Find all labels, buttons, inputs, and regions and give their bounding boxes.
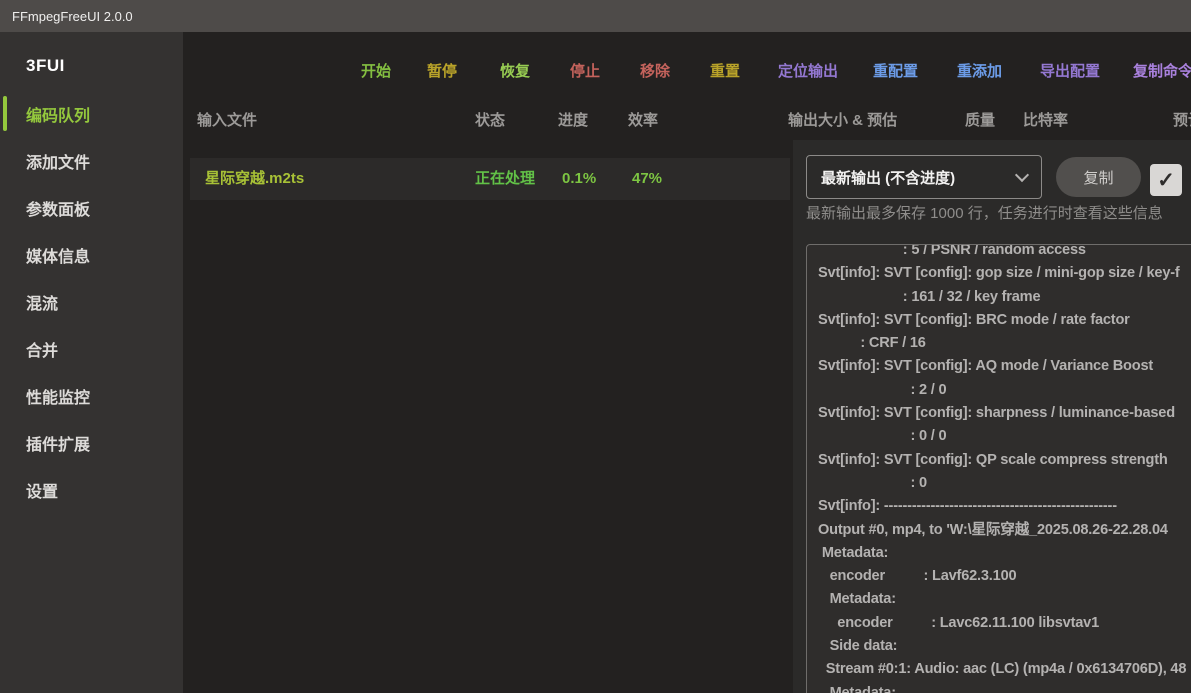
re-add-button[interactable]: 重添加 bbox=[957, 62, 1002, 82]
window-titlebar: FFmpegFreeUI 2.0.0 bbox=[0, 0, 1191, 32]
stop-button[interactable]: 停止 bbox=[570, 62, 600, 82]
sidebar-item-parameter-panel[interactable]: 参数面板 bbox=[0, 184, 183, 231]
sidebar-item-label: 媒体信息 bbox=[26, 243, 90, 267]
sidebar-item-label: 插件扩展 bbox=[26, 431, 90, 455]
log-line: : 5 / PSNR / random access bbox=[818, 244, 1191, 262]
log-lines: : 5 / PSNR / random access Svt[info]: SV… bbox=[818, 244, 1191, 693]
copy-log-button[interactable]: 复制 bbox=[1056, 157, 1141, 197]
column-header-output-size: 输出大小 & 预估 bbox=[788, 112, 897, 130]
app-logo: 3FUI bbox=[0, 32, 183, 76]
log-line: Svt[info]: SVT [config]: AQ mode / Varia… bbox=[818, 355, 1191, 378]
output-mode-select[interactable]: 最新输出 (不含进度) bbox=[806, 155, 1042, 199]
resume-button[interactable]: 恢复 bbox=[500, 62, 530, 82]
log-line: : 0 bbox=[818, 472, 1191, 495]
queue-row[interactable]: 星际穿越.m2ts 正在处理 0.1% 47% bbox=[190, 158, 790, 200]
sidebar-item-merge[interactable]: 合并 bbox=[0, 325, 183, 372]
sidebar-item-label: 合并 bbox=[26, 337, 58, 361]
log-line: Output #0, mp4, to 'W:\星际穿越_2025.08.26-2… bbox=[818, 519, 1191, 542]
output-mode-value: 最新输出 (不含进度) bbox=[821, 167, 1017, 188]
reset-button[interactable]: 重置 bbox=[710, 62, 740, 82]
log-line: Svt[info]: SVT [config]: gop size / mini… bbox=[818, 262, 1191, 285]
log-line: : 0 / 0 bbox=[818, 425, 1191, 448]
export-config-button[interactable]: 导出配置 bbox=[1040, 62, 1100, 82]
column-header-input-file: 输入文件 bbox=[197, 112, 257, 130]
row-efficiency: 47% bbox=[632, 170, 662, 188]
sidebar-item-encode-queue[interactable]: 编码队列 bbox=[0, 90, 183, 137]
main-content: 开始 暂停 恢复 停止 移除 重置 定位输出 重配置 重添加 导出配置 复制命令… bbox=[183, 32, 1191, 693]
column-header-quality: 质量 bbox=[965, 112, 995, 130]
column-header-eta: 预计 bbox=[1173, 112, 1191, 130]
column-header-efficiency: 效率 bbox=[628, 112, 658, 130]
locate-output-button[interactable]: 定位输出 bbox=[778, 62, 838, 82]
sidebar-item-label: 编码队列 bbox=[26, 102, 90, 126]
log-line: Svt[info]: -----------------------------… bbox=[818, 495, 1191, 518]
app-body: 3FUI 编码队列 添加文件 参数面板 媒体信息 混流 合并 性能监控 bbox=[0, 32, 1191, 693]
row-status: 正在处理 bbox=[475, 170, 535, 188]
log-line: : CRF / 16 bbox=[818, 332, 1191, 355]
reconfigure-button[interactable]: 重配置 bbox=[873, 62, 918, 82]
sidebar-item-mux[interactable]: 混流 bbox=[0, 278, 183, 325]
copy-command-button[interactable]: 复制命令 bbox=[1133, 62, 1191, 82]
column-header-bitrate: 比特率 bbox=[1023, 112, 1068, 130]
window-title: FFmpegFreeUI 2.0.0 bbox=[12, 9, 133, 24]
log-line: Svt[info]: SVT [config]: BRC mode / rate… bbox=[818, 309, 1191, 332]
row-input-filename: 星际穿越.m2ts bbox=[205, 170, 304, 188]
log-line: Metadata: bbox=[818, 682, 1191, 693]
row-progress: 0.1% bbox=[562, 170, 596, 188]
sidebar-item-performance-monitor[interactable]: 性能监控 bbox=[0, 372, 183, 419]
log-hint-text: 最新输出最多保存 1000 行，任务进行时查看这些信息 bbox=[806, 202, 1163, 223]
log-line: Metadata: bbox=[818, 542, 1191, 565]
log-line: Metadata: bbox=[818, 588, 1191, 611]
log-line: Svt[info]: SVT [config]: sharpness / lum… bbox=[818, 402, 1191, 425]
sidebar-item-label: 性能监控 bbox=[26, 384, 90, 408]
column-header-progress: 进度 bbox=[558, 112, 588, 130]
output-panel: 最新输出 (不含进度) 复制 ✓ 最新输出最多保存 1000 行，任务进行时查看… bbox=[793, 140, 1191, 693]
sidebar-item-add-files[interactable]: 添加文件 bbox=[0, 137, 183, 184]
log-line: Stream #0:1: Audio: aac (LC) (mp4a / 0x6… bbox=[818, 658, 1191, 681]
log-line: : 161 / 32 / key frame bbox=[818, 286, 1191, 309]
autoscroll-checkbox[interactable]: ✓ bbox=[1150, 164, 1182, 196]
log-output-box[interactable]: : 5 / PSNR / random access Svt[info]: SV… bbox=[806, 244, 1191, 693]
sidebar-item-label: 设置 bbox=[26, 478, 58, 502]
checkmark-icon: ✓ bbox=[1157, 168, 1175, 193]
chevron-down-icon bbox=[1015, 167, 1029, 181]
sidebar-item-label: 参数面板 bbox=[26, 196, 90, 220]
log-line: Svt[info]: SVT [config]: QP scale compre… bbox=[818, 449, 1191, 472]
log-line: encoder : Lavc62.11.100 libsvtav1 bbox=[818, 612, 1191, 635]
sidebar-item-label: 添加文件 bbox=[26, 149, 90, 173]
remove-button[interactable]: 移除 bbox=[640, 62, 670, 82]
sidebar-item-plugin-extensions[interactable]: 插件扩展 bbox=[0, 419, 183, 466]
sidebar-item-settings[interactable]: 设置 bbox=[0, 466, 183, 513]
pause-button[interactable]: 暂停 bbox=[427, 62, 457, 82]
sidebar-item-label: 混流 bbox=[26, 290, 58, 314]
active-indicator-bar bbox=[3, 96, 7, 131]
start-button[interactable]: 开始 bbox=[361, 62, 391, 82]
sidebar: 3FUI 编码队列 添加文件 参数面板 媒体信息 混流 合并 性能监控 bbox=[0, 32, 183, 693]
sidebar-nav: 编码队列 添加文件 参数面板 媒体信息 混流 合并 性能监控 插件扩展 bbox=[0, 90, 183, 513]
log-line: : 2 / 0 bbox=[818, 379, 1191, 402]
sidebar-item-media-info[interactable]: 媒体信息 bbox=[0, 231, 183, 278]
column-header-status: 状态 bbox=[475, 112, 505, 130]
log-line: encoder : Lavf62.3.100 bbox=[818, 565, 1191, 588]
log-line: Side data: bbox=[818, 635, 1191, 658]
